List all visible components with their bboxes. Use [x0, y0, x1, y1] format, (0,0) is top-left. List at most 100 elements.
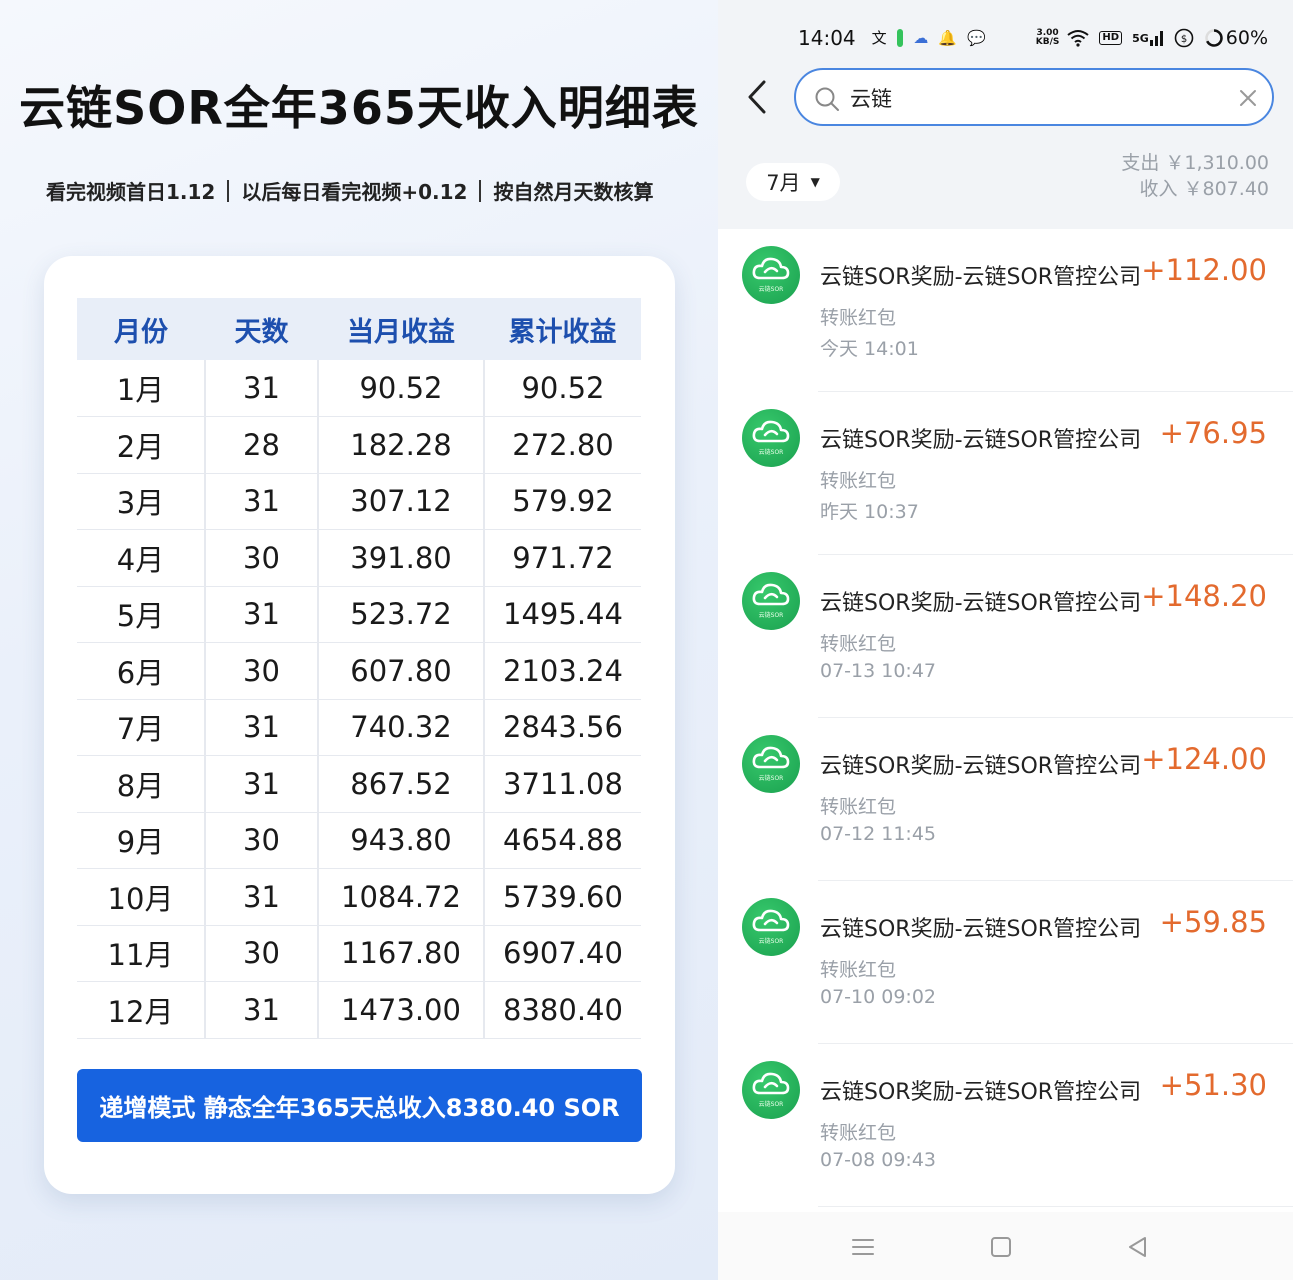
cell-days: 30	[204, 925, 318, 982]
transaction-item[interactable]: 云链SOR 云链SOR奖励-云链SOR管控公司 +112.00 转账红包 今天 14:0…	[718, 229, 1293, 392]
yunlian-logo-icon: 云链SOR	[742, 246, 800, 304]
cell-days: 30	[204, 812, 318, 869]
cell-cumulative-income: 1495.44	[483, 586, 641, 643]
transaction-item[interactable]: 云链SOR 云链SOR奖励-云链SOR管控公司 +59.85 转账红包 07-10 09…	[718, 881, 1293, 1044]
chevron-left-icon	[748, 80, 766, 114]
cell-month: 12月	[77, 981, 205, 1039]
table-row: 6月 30 607.80 2103.24	[77, 642, 641, 700]
wechat-icon: 💬	[967, 28, 986, 47]
cell-days: 30	[204, 529, 318, 587]
transaction-type: 转账红包	[820, 633, 897, 655]
poster-title: 云链SOR全年365天收入明细表	[19, 81, 699, 135]
table-row: 11月 30 1167.80 6907.40	[77, 925, 641, 982]
transaction-type: 转账红包	[820, 307, 897, 329]
transaction-item[interactable]: 云链SOR 云链SOR奖励-云链SOR管控公司 +124.00 转账红包 07-12 1…	[718, 718, 1293, 881]
transaction-time: 07-10 09:02	[820, 986, 937, 1008]
header-month: 月份	[77, 298, 205, 360]
subtitle-separator	[227, 179, 230, 202]
header-monthly-income: 当月收益	[318, 298, 484, 360]
wifi-icon	[1067, 29, 1090, 47]
expense-total: 支出 ￥1,310.00	[1121, 152, 1269, 174]
subtitle-separator	[479, 179, 482, 202]
battery-percent: 60%	[1225, 27, 1268, 49]
table-row: 4月 30 391.80 971.72	[77, 529, 641, 587]
transaction-amount: +59.85	[1159, 905, 1267, 939]
back-button[interactable]	[740, 74, 776, 120]
header-cumulative-income: 累计收益	[484, 298, 641, 360]
poster-subtitle: 看完视频首日1.12 以后每日看完视频+0.12 按自然月天数核算	[46, 176, 686, 205]
clear-icon[interactable]	[1236, 86, 1260, 110]
cloud-icon: ☁	[913, 28, 929, 47]
cell-days: 31	[204, 360, 318, 417]
transaction-item[interactable]: 云链SOR 云链SOR奖励-云链SOR管控公司 +76.95 转账红包 昨天 10:37	[718, 392, 1293, 555]
cell-cumulative-income: 272.80	[483, 416, 641, 474]
cell-cumulative-income: 2843.56	[483, 699, 641, 756]
logo-caption: 云链SOR	[758, 286, 784, 293]
svg-text:$: $	[1181, 34, 1187, 45]
logo-caption: 云链SOR	[758, 775, 784, 782]
table-row: 1月 31 90.52 90.52	[77, 360, 641, 417]
table-row: 12月 31 1473.00 8380.40	[77, 981, 641, 1039]
table-row: 8月 31 867.52 3711.08	[77, 755, 641, 813]
transaction-title: 云链SOR奖励-云链SOR管控公司	[820, 1080, 1142, 1105]
transaction-type: 转账红包	[820, 796, 897, 818]
cell-monthly-income: 1084.72	[317, 868, 484, 926]
transaction-item[interactable]: 云链SOR 云链SOR奖励-云链SOR管控公司 +51.30 转账红包 07-08 09…	[718, 1044, 1293, 1207]
cell-monthly-income: 740.32	[317, 699, 484, 756]
cell-cumulative-income: 5739.60	[483, 868, 641, 926]
cell-days: 31	[204, 755, 318, 813]
cell-monthly-income: 1167.80	[317, 925, 484, 982]
cell-cumulative-income: 3711.08	[483, 755, 641, 813]
search-box[interactable]	[794, 68, 1274, 126]
cell-monthly-income: 607.80	[317, 642, 484, 700]
cell-cumulative-income: 90.52	[483, 360, 641, 417]
transaction-list: 云链SOR 云链SOR奖励-云链SOR管控公司 +112.00 转账红包 今天 14:0…	[718, 229, 1293, 1207]
transaction-amount: +124.00	[1141, 742, 1267, 776]
month-filter-label: 7月	[766, 171, 801, 195]
yunlian-logo-icon: 云链SOR	[742, 1061, 800, 1119]
table-row: 2月 28 182.28 272.80	[77, 416, 641, 474]
table-row: 5月 31 523.72 1495.44	[77, 586, 641, 643]
transaction-title: 云链SOR奖励-云链SOR管控公司	[820, 754, 1142, 779]
yunlian-logo-icon: 云链SOR	[742, 572, 800, 630]
income-card: 月份 天数 当月收益 累计收益 1月 31 90.52 90.52 2月 28 182.28…	[44, 256, 675, 1194]
cell-cumulative-income: 579.92	[483, 473, 641, 530]
transaction-title: 云链SOR奖励-云链SOR管控公司	[820, 265, 1142, 290]
cell-monthly-income: 943.80	[317, 812, 484, 869]
table-row: 9月 30 943.80 4654.88	[77, 812, 641, 869]
shield-icon: $	[1174, 28, 1194, 48]
cell-cumulative-income: 971.72	[483, 529, 641, 587]
cell-monthly-income: 1473.00	[317, 981, 484, 1039]
transaction-item[interactable]: 云链SOR 云链SOR奖励-云链SOR管控公司 +148.20 转账红包 07-13 1…	[718, 555, 1293, 718]
cell-monthly-income: 90.52	[317, 360, 484, 417]
month-filter[interactable]: 7月 ▼	[746, 163, 840, 201]
home-icon[interactable]	[986, 1232, 1016, 1262]
transaction-time: 07-13 10:47	[820, 660, 937, 682]
subtitle-part: 以后每日看完视频+0.12	[241, 180, 468, 204]
cell-days: 30	[204, 642, 318, 700]
income-total: 收入 ￥807.40	[1139, 178, 1269, 200]
cell-month: 7月	[77, 699, 205, 756]
cell-cumulative-income: 2103.24	[483, 642, 641, 700]
menu-icon[interactable]	[848, 1232, 878, 1262]
yunlian-logo-icon: 云链SOR	[742, 735, 800, 793]
search-input[interactable]	[850, 80, 1210, 116]
transaction-time: 07-08 09:43	[820, 1149, 937, 1171]
yunlian-logo-icon: 云链SOR	[742, 409, 800, 467]
logo-caption: 云链SOR	[758, 612, 784, 619]
cell-month: 8月	[77, 755, 205, 813]
phone-header: 14:04 文 ☁ 🔔 💬 3.00 KB/S HD 5G $ 60% 云链 7…	[718, 0, 1293, 229]
app-green-icon	[896, 29, 904, 47]
transaction-title: 云链SOR奖励-云链SOR管控公司	[820, 428, 1142, 453]
cell-days: 31	[204, 586, 318, 643]
transaction-title: 云链SOR奖励-云链SOR管控公司	[820, 917, 1142, 942]
transaction-type: 转账红包	[820, 470, 897, 492]
transaction-amount: +148.20	[1141, 579, 1267, 613]
cell-monthly-income: 307.12	[317, 473, 484, 530]
table-row: 10月 31 1084.72 5739.60	[77, 868, 641, 926]
caret-down-icon: ▼	[810, 175, 820, 189]
net-speed: 3.00 KB/S	[1035, 28, 1060, 47]
bell-icon: 🔔	[938, 28, 958, 47]
month-totals: 支出 ￥1,310.00 收入 ￥807.40	[1121, 150, 1269, 202]
back-triangle-icon[interactable]	[1123, 1232, 1153, 1262]
